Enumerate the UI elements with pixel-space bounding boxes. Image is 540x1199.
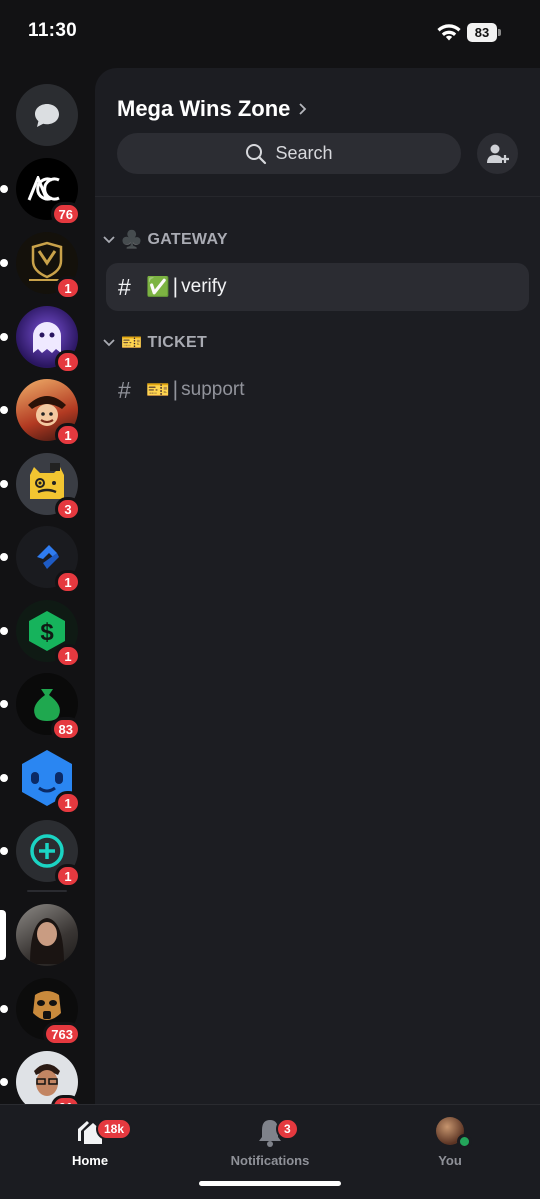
unread-indicator: [0, 480, 8, 488]
search-label: Search: [275, 143, 333, 163]
channel-panel: Mega Wins Zone Search ♣️ GATEWAY # ✅ | v…: [95, 68, 540, 1104]
woman-photo-icon: [16, 904, 78, 966]
online-status-dot: [457, 1134, 472, 1149]
header-divider: [95, 196, 540, 197]
server-icon[interactable]: 1: [0, 232, 81, 300]
ticket-emoji-icon: 🎫: [121, 333, 143, 352]
club-emoji-icon: ♣️: [121, 230, 143, 249]
mention-badge: 1: [55, 276, 81, 300]
server-icon[interactable]: 1: [0, 379, 81, 447]
status-bar: 11:30 83: [0, 0, 540, 66]
battery-indicator: 83: [467, 23, 497, 42]
unread-indicator: [0, 185, 8, 193]
category-ticket[interactable]: 🎫 TICKET: [103, 333, 207, 353]
unread-indicator: [0, 259, 8, 267]
unread-indicator: [0, 553, 8, 561]
tab-you[interactable]: You: [390, 1117, 510, 1168]
mention-badge: 1: [55, 570, 81, 594]
channel-separator: |: [172, 378, 179, 401]
mention-badge: 1: [55, 864, 81, 888]
category-name: TICKET: [147, 334, 208, 351]
mention-badge: 3: [55, 497, 81, 521]
server-icon-active[interactable]: [0, 904, 78, 966]
mention-badge: 763: [43, 1022, 81, 1046]
category-gateway[interactable]: ♣️ GATEWAY: [103, 230, 228, 250]
server-icon[interactable]: 76: [0, 158, 81, 226]
chevron-down-icon: [103, 236, 115, 244]
server-icon[interactable]: 763: [0, 978, 81, 1046]
mention-badge: 83: [50, 717, 81, 741]
unread-indicator: [0, 847, 8, 855]
chevron-down-icon: [103, 339, 115, 347]
channel-support[interactable]: # 🎫 | support: [106, 366, 529, 414]
channel-verify[interactable]: # ✅ | verify: [106, 263, 529, 311]
notifications-tab-icon-wrap: [210, 1117, 330, 1147]
search-bar[interactable]: Search: [117, 133, 461, 174]
channel-name: verify: [181, 276, 227, 297]
home-tab-icon-wrap: [30, 1117, 150, 1147]
hash-icon: #: [118, 273, 131, 300]
search-icon: [246, 143, 267, 164]
unread-indicator: [0, 1078, 8, 1086]
direct-messages-button[interactable]: [16, 84, 78, 146]
server-icon[interactable]: 1: [0, 306, 81, 374]
home-indicator: [199, 1181, 341, 1186]
avatar-icon: [436, 1117, 472, 1149]
chevron-right-icon: [299, 103, 307, 115]
rail-separator: [27, 890, 67, 892]
notifications-badge: 3: [276, 1118, 299, 1140]
server-name[interactable]: Mega Wins Zone: [117, 96, 290, 122]
unread-indicator: [0, 333, 8, 341]
mention-badge: 1: [55, 644, 81, 668]
discord-screen: 11:30 83 76 1 1 1 3 1 $ 1 83 1 1 763 Meg…: [0, 0, 540, 1199]
ticket-emoji-icon: 🎫: [146, 380, 170, 401]
channel-separator: |: [172, 275, 179, 298]
server-rail[interactable]: 76 1 1 1 3 1 $ 1 83 1 1 763: [0, 66, 95, 1104]
server-icon[interactable]: 83: [0, 673, 81, 741]
server-icon[interactable]: $ 1: [0, 600, 81, 668]
status-time: 11:30: [28, 20, 78, 41]
mention-badge: 1: [55, 350, 81, 374]
home-badge: 18k: [96, 1118, 133, 1140]
server-icon[interactable]: 1: [0, 526, 81, 594]
unread-indicator: [0, 774, 8, 782]
mention-badge: 1: [55, 423, 81, 447]
server-icon[interactable]: 1: [0, 820, 81, 888]
mention-badge: 61: [50, 1095, 81, 1104]
unread-indicator: [0, 627, 8, 635]
unread-indicator: [0, 406, 8, 414]
selected-indicator: [0, 910, 6, 960]
category-name: GATEWAY: [147, 231, 228, 248]
server-icon[interactable]: 1: [0, 747, 81, 815]
tab-notifications[interactable]: Notifications: [210, 1117, 330, 1168]
you-tab-icon-wrap: [390, 1117, 510, 1149]
unread-indicator: [0, 700, 8, 708]
hash-icon: #: [118, 376, 131, 403]
server-icon[interactable]: 61: [0, 1051, 81, 1104]
tab-home[interactable]: Home: [30, 1117, 150, 1168]
mention-badge: 76: [50, 202, 81, 226]
server-icon[interactable]: 3: [0, 453, 81, 521]
invite-members-button[interactable]: [477, 133, 518, 174]
add-person-icon: [486, 144, 509, 163]
tab-label: You: [438, 1153, 462, 1168]
battery-tip: [498, 29, 501, 36]
chat-bubble-icon: [35, 104, 59, 127]
server-header[interactable]: Mega Wins Zone: [117, 96, 308, 122]
tab-label: Notifications: [230, 1153, 310, 1168]
unread-indicator: [0, 1005, 8, 1013]
wifi-icon: [437, 24, 461, 41]
check-emoji-icon: ✅: [146, 277, 170, 298]
channel-name: support: [181, 379, 245, 400]
mention-badge: 1: [55, 791, 81, 815]
svg-text:$: $: [40, 619, 54, 646]
tab-label: Home: [71, 1153, 109, 1168]
